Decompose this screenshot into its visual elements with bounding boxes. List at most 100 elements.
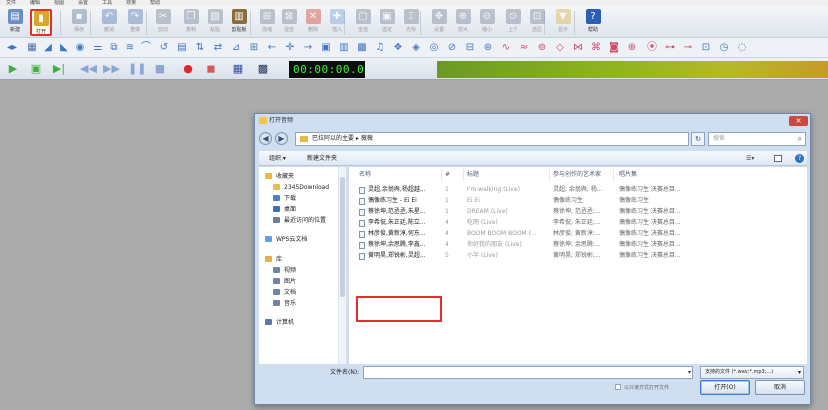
stop-icon[interactable]: ■ [152,62,168,76]
new-file-button[interactable]: ▤ 新建 [4,9,26,36]
column-divider[interactable] [549,169,550,181]
file-row[interactable]: 灵超,余翁舆,杨超越... 1 I'm walking (Live) 灵超; 余翁舆;… [359,185,799,195]
file-row[interactable]: 林彦俊,黄新淳,何东... 4 BOOM BOOM BOOM (... 林彦俊; 黄新… [359,229,799,239]
close-button[interactable]: ✕ [789,116,808,126]
scope-icon[interactable]: ▩ [255,62,271,76]
cancel-button[interactable]: 取消 [755,380,805,395]
rewind-icon[interactable]: ◀◀ [80,62,97,76]
select-button[interactable]: ▣ 选定 [376,9,398,36]
reverb-icon[interactable]: ⊛ [482,42,494,54]
normalize-icon[interactable]: ◉ [74,42,86,54]
invert-icon[interactable]: ⊿ [230,42,242,54]
echo-icon[interactable]: ⧉ [108,42,120,54]
nav-item[interactable]: 图片 [273,277,296,286]
record-pause-icon[interactable]: ◼ [203,62,219,76]
shift-left-icon[interactable]: ← [266,42,278,54]
shift-right-icon[interactable]: → [302,42,314,54]
column-divider[interactable] [441,169,442,181]
file-row[interactable]: 蔡徐坤,范丞丞,朱星... 1 DREAM (Live) 蔡徐坤; 范丞丞;... 偶像… [359,207,799,217]
column-divider[interactable] [613,169,614,181]
preview-pane-icon[interactable] [774,155,782,162]
fade-out-icon[interactable]: ◣ [58,42,70,54]
nav-item[interactable]: 收藏夹 [265,172,294,181]
file-row[interactable]: 黄明昊,郑锐彬,灵超... 5 小半 (Live) 黄明昊; 郑锐彬;... 偶像练习生… [359,251,799,261]
nav-item[interactable]: 2345Download [273,183,329,192]
new-folder-button[interactable]: 新建文件夹 [307,151,337,166]
nav-item[interactable]: 桌面 [273,205,296,214]
nav-item[interactable]: 文档 [273,288,296,297]
paste-button[interactable]: ▧ 粘贴 [204,9,226,36]
nav-item[interactable]: 视频 [273,266,296,275]
readonly-option[interactable]: 以只读方式打开文件 [615,384,669,392]
column-header-track[interactable]: # [445,171,450,179]
flanger-icon[interactable]: ◈ [410,42,422,54]
record-icon[interactable]: ● [180,62,196,76]
refresh-icon[interactable]: ↻ [691,132,705,146]
dc-offset-icon[interactable]: ⊸ [682,42,694,54]
monitor-icon[interactable]: ▦ [230,62,246,76]
play-selection-icon[interactable]: ▣ [28,62,44,76]
redo-button[interactable]: ↷ 重做 [124,9,146,36]
mute-icon[interactable]: ▣ [320,42,332,54]
tempo-icon[interactable]: ⊘ [446,42,458,54]
zoom-out-button[interactable]: ⊖ 缩小 [476,9,498,36]
delete-button[interactable]: ✕ 删除 [302,9,324,36]
mix-button[interactable]: ⊞ 混缩 [256,9,278,36]
nav-item[interactable]: 音乐 [273,299,296,308]
phaser-icon[interactable]: ◎ [428,42,440,54]
help-button[interactable]: ? 帮助 [582,9,604,36]
column-header-album[interactable]: 唱片集 [619,171,637,179]
equalizer-icon[interactable]: ⚌ [92,42,104,54]
file-row[interactable]: 李希侃,朱正廷,陈立... 4 吃雨 (Live) 李希侃; 朱正廷;... 偶像练习生… [359,218,799,228]
wah-icon[interactable]: ≈ [518,42,530,54]
pitch-icon[interactable]: ⇅ [194,42,206,54]
cursor-button[interactable]: ⌶ 光标 [400,9,422,36]
chevron-down-icon[interactable]: ▾ [688,368,691,377]
mix-paste-button[interactable]: ⊠ 混音 [278,9,300,36]
center-icon[interactable]: ✛ [284,42,296,54]
nav-scrollbar[interactable] [338,167,346,364]
tremolo-icon[interactable]: ⊚ [536,42,548,54]
column-divider[interactable] [463,169,464,181]
pause-icon[interactable]: ❚❚ [128,62,146,76]
show-button[interactable]: ▼ 显示 [552,9,574,36]
select-all-button[interactable]: ▢ 全选 [352,9,374,36]
organize-button[interactable]: 组织 ▾ [269,151,286,166]
save-button[interactable]: ▪ 保存 [68,9,90,36]
column-header-name[interactable]: 名称 [359,171,371,179]
pan-icon[interactable]: ⊶ [664,42,676,54]
noise-icon[interactable]: ▩ [356,42,368,54]
open-folder-button[interactable]: ▮ 打开 [30,9,52,36]
zoom-prev-button[interactable]: ⊙ 上个 [502,9,524,36]
help-icon[interactable]: ? [795,154,804,163]
settings-tool-button[interactable]: ✥ 设置 [428,9,450,36]
cut-button[interactable]: ✂ 剪切 [152,9,174,36]
undo-button[interactable]: ↶ 撤消 [98,9,120,36]
search-input[interactable]: 搜索 ⌕ [708,132,806,146]
forward-arrow-icon[interactable]: ▶ [275,132,288,145]
address-bar[interactable]: 巴拉阿以的主要 ▸ 薇薇 [295,132,689,146]
column-header-artist[interactable]: 参与创作的艺术家 [553,171,601,179]
stereo-icon[interactable]: ⊕ [626,42,638,54]
marker-icon[interactable]: ◌ [736,42,748,54]
stretch-icon[interactable]: ⊟ [464,42,476,54]
file-row[interactable]: 偶像练习生 - Ei Ei 1 Ei Ei 偶像练习生 偶像练习生 [359,196,799,206]
vocal-icon[interactable]: ♫ [374,42,386,54]
envelope-icon[interactable]: ⌒ [140,42,152,54]
silence-icon[interactable]: ▥ [338,42,350,54]
nav-item[interactable]: 库 [265,255,282,264]
zoom-selection-button[interactable]: ⊡ 选区 [526,9,548,36]
balance-icon[interactable]: ⦿ [646,42,658,54]
nav-item[interactable]: 最近访问的位置 [273,216,326,225]
view-options-icon[interactable]: ☰▾ [746,151,754,166]
nav-item[interactable]: WPS云文档 [265,235,307,244]
file-row[interactable]: 蔡徐坤,余思腾,李鑫... 4 你好我的朋友 (Live) 蔡徐坤; 余思腾;... 偶… [359,240,799,250]
timer-icon[interactable]: ◷ [718,42,730,54]
filename-input[interactable]: ▾ [363,366,693,379]
back-arrow-icon[interactable]: ◀ [259,132,272,145]
dialog-title-bar[interactable]: 打开音频 ✕ [255,114,810,128]
vibrato-icon[interactable]: ◇ [554,42,566,54]
filter-icon[interactable]: ≋ [124,42,136,54]
gate-icon[interactable]: ◙ [608,42,620,54]
readonly-checkbox[interactable] [615,384,621,390]
